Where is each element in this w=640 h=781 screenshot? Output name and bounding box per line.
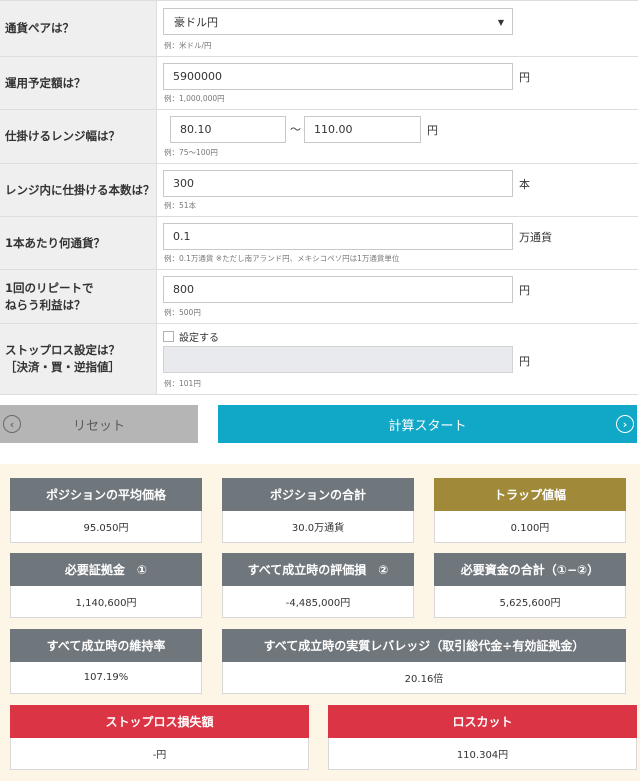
range-low-input[interactable]: 80.10 — [170, 116, 286, 143]
count-unit: 本 — [519, 178, 530, 191]
lot-label: 1本あたり何通貨？ — [0, 217, 157, 269]
chevron-down-icon: ▼ — [497, 18, 504, 27]
stoploss-example: 例：101円 — [164, 379, 201, 388]
result-maintenance-rate: すべて成立時の維持率 107.19% — [10, 629, 202, 694]
result-position-total: ポジションの合計 30.0万通貨 — [222, 478, 414, 543]
result-leverage: すべて成立時の実質レバレッジ（取引総代金÷有効証拠金） 20.16倍 — [222, 629, 626, 694]
profit-label: 1回のリピートで ねらう利益は？ — [0, 270, 157, 323]
calculate-button[interactable]: 計算スタート › — [218, 405, 637, 443]
range-example: 例：75〜100円 — [164, 148, 218, 157]
result-unrealized-loss: すべて成立時の評価損 ② -4,485,000円 — [222, 553, 414, 618]
range-unit: 円 — [427, 124, 438, 137]
row-profit: 1回のリピートで ねらう利益は？ 800 円 例：500円 — [0, 270, 638, 324]
amount-example: 例：1,000,000円 — [164, 94, 225, 103]
chevron-right-icon: › — [616, 415, 634, 433]
result-total-funds: 必要資金の合計（①−②） 5,625,600円 — [434, 553, 626, 618]
amount-unit: 円 — [519, 71, 530, 84]
lot-unit: 万通貨 — [519, 231, 552, 244]
profit-input[interactable]: 800 — [163, 276, 513, 303]
stoploss-input[interactable] — [163, 346, 513, 373]
row-lot: 1本あたり何通貨？ 0.1 万通貨 例：0.1万通貨 ※ただし南アランド円、メキ… — [0, 217, 638, 270]
result-stoploss-loss: ストップロス損失額 -円 — [10, 705, 309, 770]
currency-pair-select[interactable]: 豪ドル円 ▼ — [163, 8, 513, 35]
stoploss-checkbox[interactable]: 設定する — [163, 329, 219, 344]
currency-pair-value: 豪ドル円 — [174, 15, 218, 29]
row-stoploss: ストップロス設定は？ ［決済・買・逆指値］ 設定する 円 例：101円 — [0, 324, 638, 395]
result-losscut: ロスカット 110.304円 — [328, 705, 637, 770]
range-label: 仕掛けるレンジ幅は？ — [0, 110, 157, 163]
amount-label: 運用予定額は？ — [0, 57, 157, 109]
chevron-left-icon: ‹ — [3, 415, 21, 433]
amount-input[interactable]: 5900000 — [163, 63, 513, 90]
result-avg-price: ポジションの平均価格 95.050円 — [10, 478, 202, 543]
profit-unit: 円 — [519, 284, 530, 297]
stoploss-unit: 円 — [519, 355, 530, 368]
fx-calculator-form: 通貨ペアは？ 豪ドル円 ▼ 例：米ドル/円 運用予定額は？ 5900000 円 … — [0, 0, 638, 395]
currency-pair-label: 通貨ペアは？ — [0, 1, 157, 56]
results-panel: ポジションの平均価格 95.050円 ポジションの合計 30.0万通貨 トラップ… — [0, 464, 640, 781]
lot-input[interactable]: 0.1 — [163, 223, 513, 250]
stoploss-checkbox-label: 設定する — [179, 333, 219, 344]
stoploss-label: ストップロス設定は？ ［決済・買・逆指値］ — [0, 324, 157, 394]
range-separator: 〜 — [290, 123, 301, 136]
range-high-input[interactable]: 110.00 — [304, 116, 421, 143]
result-trap-width: トラップ値幅 0.100円 — [434, 478, 626, 543]
row-currency-pair: 通貨ペアは？ 豪ドル円 ▼ 例：米ドル/円 — [0, 1, 638, 57]
checkbox-icon[interactable] — [163, 331, 174, 342]
currency-pair-example: 例：米ドル/円 — [164, 41, 212, 50]
count-label: レンジ内に仕掛ける本数は？ — [0, 164, 157, 216]
profit-example: 例：500円 — [164, 308, 201, 317]
row-range: 仕掛けるレンジ幅は？ 80.10 〜 110.00 円 例：75〜100円 — [0, 110, 638, 164]
row-count: レンジ内に仕掛ける本数は？ 300 本 例：51本 — [0, 164, 638, 217]
result-margin: 必要証拠金 ① 1,140,600円 — [10, 553, 202, 618]
row-amount: 運用予定額は？ 5900000 円 例：1,000,000円 — [0, 57, 638, 110]
count-input[interactable]: 300 — [163, 170, 513, 197]
count-example: 例：51本 — [164, 201, 197, 210]
reset-button[interactable]: ‹ リセット — [0, 405, 198, 443]
lot-example: 例：0.1万通貨 ※ただし南アランド円、メキシコペソ円は1万通貨単位 — [164, 254, 400, 263]
